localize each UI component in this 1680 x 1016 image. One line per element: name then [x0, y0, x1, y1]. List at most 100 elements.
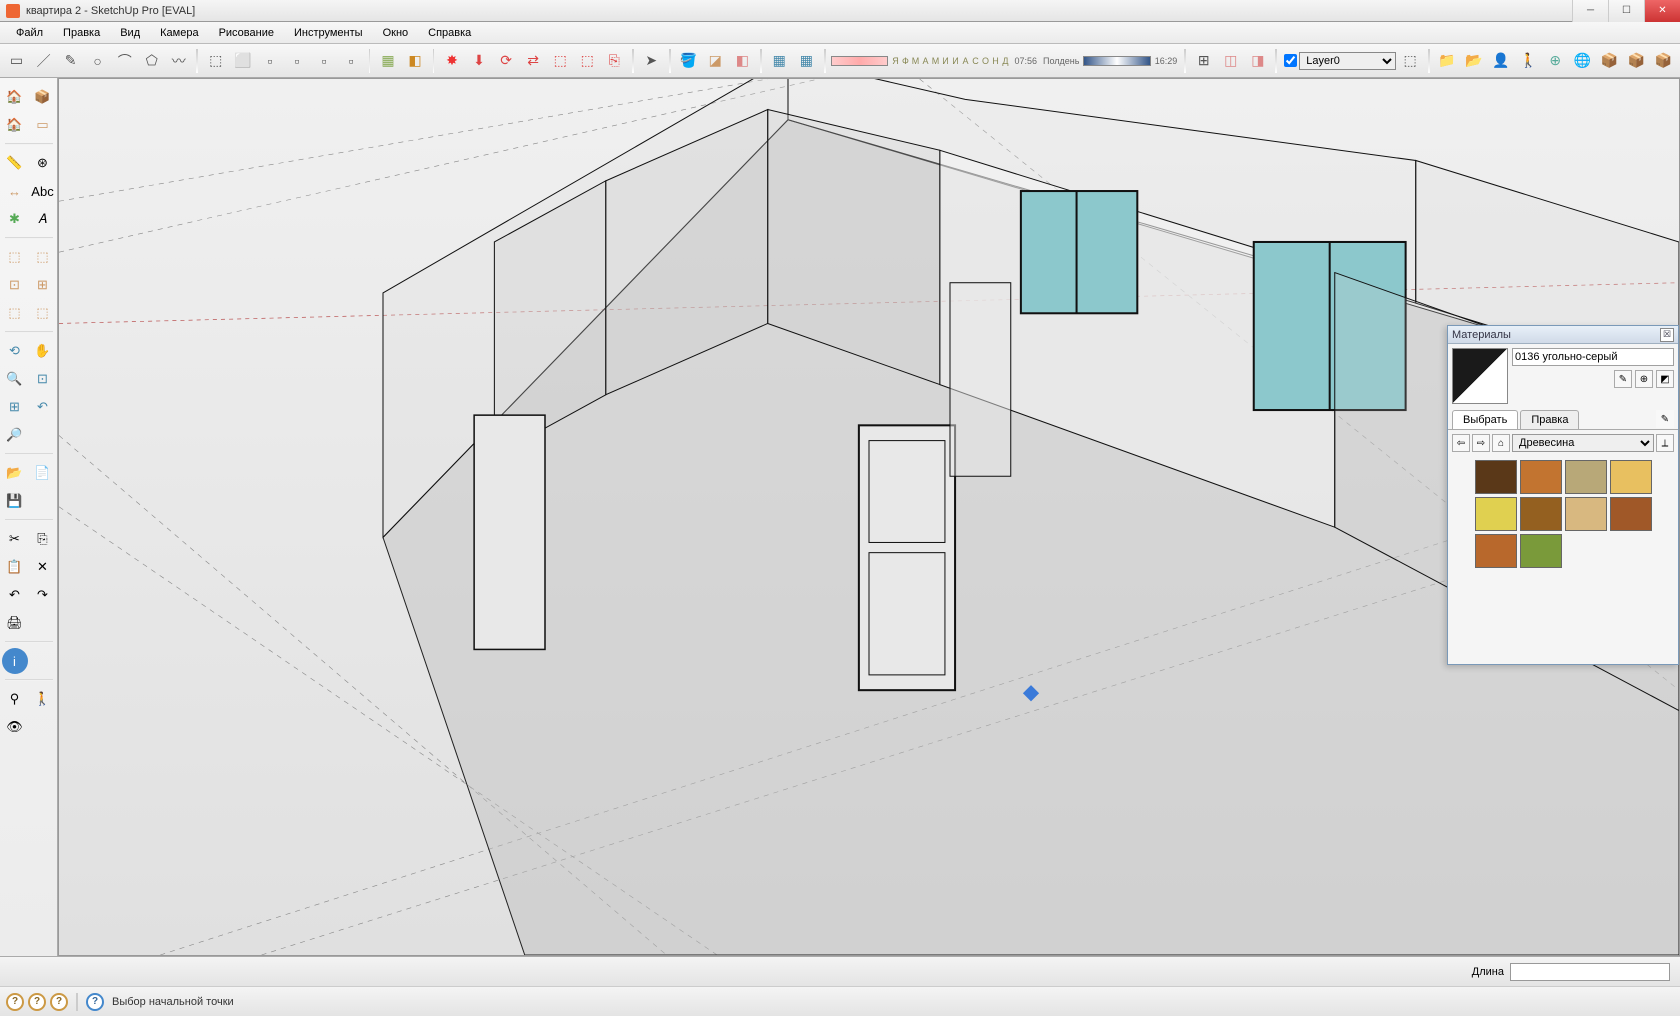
warehouse2-icon[interactable]: 📂	[1462, 48, 1487, 74]
right-icon[interactable]: ▫	[284, 48, 309, 74]
eyedropper-icon[interactable]: ✎	[1656, 410, 1674, 428]
save-icon[interactable]: 💾	[2, 488, 28, 514]
front-icon[interactable]: ▫	[257, 48, 282, 74]
rectangle-icon[interactable]: ▭	[4, 48, 29, 74]
shaded-icon[interactable]: ▦	[375, 48, 400, 74]
viewport-3d[interactable]: Материалы ☒ ✎ ⊕ ◩ Выбрать Правка ✎	[58, 78, 1680, 956]
hint-person-icon[interactable]: ?	[6, 993, 24, 1011]
outer-icon[interactable]: ⬚	[2, 300, 28, 326]
menu-tools[interactable]: Инструменты	[284, 24, 373, 42]
copy2-icon[interactable]: ⎘	[30, 526, 56, 552]
materials-tab-select[interactable]: Выбрать	[1452, 410, 1518, 429]
menu-view[interactable]: Вид	[110, 24, 150, 42]
help-icon[interactable]: ?	[86, 993, 104, 1011]
material-swatch[interactable]	[1475, 534, 1517, 568]
undo-icon[interactable]: ↶	[2, 582, 28, 608]
3dtext-icon[interactable]: 𝐴	[30, 206, 56, 232]
layer-select[interactable]: Layer0	[1299, 52, 1395, 70]
previous-icon[interactable]: ↶	[30, 394, 56, 420]
sandbox1-icon[interactable]: ▦	[767, 48, 792, 74]
eraser-icon[interactable]: ◧	[730, 48, 755, 74]
iso-icon[interactable]: ⬚	[203, 48, 228, 74]
box1-icon[interactable]: 📦	[1597, 48, 1622, 74]
nav-home-button[interactable]: ⌂	[1492, 434, 1510, 452]
section-icon[interactable]: ◫	[1218, 48, 1243, 74]
zoom-window-icon[interactable]: ⊡	[30, 366, 56, 392]
print-icon[interactable]: 🖨	[2, 610, 28, 636]
sandbox2-icon[interactable]: ▦	[794, 48, 819, 74]
time-gradient-icon[interactable]	[1083, 56, 1150, 66]
material-create-button[interactable]: ✎	[1614, 370, 1632, 388]
nav-back-button[interactable]: ⇦	[1452, 434, 1470, 452]
polygon-icon[interactable]: ⬠	[139, 48, 164, 74]
hidden-icon[interactable]: ◧	[403, 48, 428, 74]
paste-icon[interactable]: 📋	[2, 554, 28, 580]
menu-draw[interactable]: Рисование	[209, 24, 284, 42]
rs-icon[interactable]: ⊞	[1191, 48, 1216, 74]
material-swatch[interactable]	[1520, 460, 1562, 494]
dimension-icon[interactable]: ↔	[2, 178, 28, 204]
menu-file[interactable]: Файл	[6, 24, 53, 42]
material-swatch[interactable]	[1565, 460, 1607, 494]
select-icon[interactable]: ➤	[639, 48, 664, 74]
info-icon[interactable]: i	[2, 648, 28, 674]
solid-icon[interactable]: ⬚	[30, 300, 56, 326]
menu-edit[interactable]: Правка	[53, 24, 110, 42]
flip-icon[interactable]: ⇄	[521, 48, 546, 74]
circle-icon[interactable]: ○	[85, 48, 110, 74]
push-icon[interactable]: ⬚	[2, 244, 28, 270]
minimize-button[interactable]: ─	[1572, 0, 1608, 22]
zoom-sel-icon[interactable]: 🔎	[2, 422, 28, 448]
pencil-icon[interactable]: ✎	[58, 48, 83, 74]
geo-icon[interactable]: ⊕	[1543, 48, 1568, 74]
layer-manager-icon[interactable]: ⬚	[1398, 48, 1423, 74]
zoom-extents-icon[interactable]: ⊞	[2, 394, 28, 420]
material-swatch[interactable]	[1475, 460, 1517, 494]
length-input[interactable]	[1510, 963, 1670, 981]
person-icon[interactable]: 👤	[1489, 48, 1514, 74]
position-icon[interactable]: ⚲	[2, 686, 28, 712]
warehouse1-icon[interactable]: 📁	[1435, 48, 1460, 74]
menu-camera[interactable]: Камера	[150, 24, 208, 42]
offset-icon[interactable]: ⊡	[2, 272, 28, 298]
redo-icon[interactable]: ↷	[30, 582, 56, 608]
model-info-icon[interactable]: 🏠	[2, 84, 28, 110]
material-target-button[interactable]: ⊕	[1635, 370, 1653, 388]
arc-icon[interactable]: ⌒	[112, 48, 137, 74]
material-category-select[interactable]: Древесина	[1512, 434, 1654, 452]
materials-tab-edit[interactable]: Правка	[1520, 410, 1579, 429]
material-swatch[interactable]	[1475, 497, 1517, 531]
delete-icon[interactable]: ✕	[30, 554, 56, 580]
group-icon[interactable]: ⬚	[548, 48, 573, 74]
paint-icon[interactable]: 🪣	[676, 48, 701, 74]
top-icon[interactable]: ⬜	[230, 48, 255, 74]
menu-help[interactable]: Справка	[418, 24, 481, 42]
hint-credit-icon[interactable]: ?	[50, 993, 68, 1011]
orbit-icon[interactable]: ⟲	[2, 338, 28, 364]
left-icon[interactable]: ▫	[338, 48, 363, 74]
material-name-input[interactable]	[1512, 348, 1674, 366]
menu-window[interactable]: Окно	[373, 24, 419, 42]
ungroup-icon[interactable]: ⬚	[575, 48, 600, 74]
material-swatch[interactable]	[1610, 497, 1652, 531]
component-icon[interactable]: 📦	[30, 84, 56, 110]
hint-geo-icon[interactable]: ?	[28, 993, 46, 1011]
text-icon[interactable]: Abc	[30, 178, 56, 204]
earth-icon[interactable]: 🌐	[1570, 48, 1595, 74]
rotate-icon[interactable]: ⟳	[494, 48, 519, 74]
look-icon[interactable]: 👁	[2, 714, 28, 740]
freehand-icon[interactable]: 〰	[166, 48, 191, 74]
pan-icon[interactable]: ✋	[30, 338, 56, 364]
open-icon[interactable]: 📂	[2, 460, 28, 486]
close-button[interactable]: ✕	[1644, 0, 1680, 22]
zoom-icon[interactable]: 🔍	[2, 366, 28, 392]
section-fill-icon[interactable]: ◨	[1245, 48, 1270, 74]
materials-close-button[interactable]: ☒	[1660, 328, 1674, 342]
walk2-icon[interactable]: 🚶	[30, 686, 56, 712]
explode-icon[interactable]: ✸	[439, 48, 464, 74]
import-icon[interactable]: ⬇	[467, 48, 492, 74]
line-icon[interactable]: ／	[31, 48, 56, 74]
paint2-icon[interactable]: ◪	[703, 48, 728, 74]
material-swatch[interactable]	[1565, 497, 1607, 531]
material-swatch[interactable]	[1520, 497, 1562, 531]
